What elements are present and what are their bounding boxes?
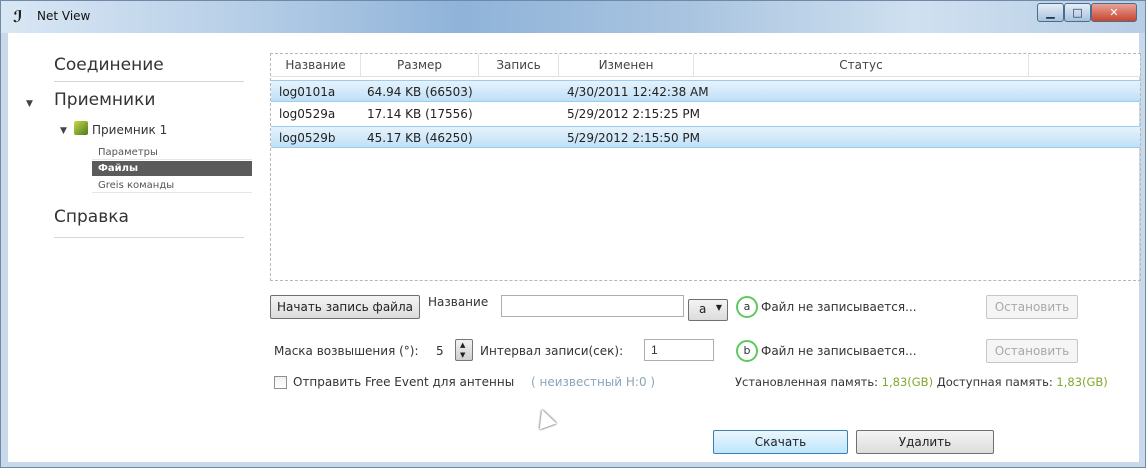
client-area: Соединение ▼ Приемники ▼ Приемник 1 Пара… [8,33,1141,462]
column-size[interactable]: Размер [361,54,479,76]
column-status[interactable]: Статус [694,54,1029,76]
name-label: Название [428,295,489,309]
maximize-icon: □ [1072,6,1083,19]
status-b-text: Файл не записывается... [761,344,917,358]
file-size: 17.14 KB (17556) [367,107,473,121]
record-interval-label: Интервал записи(сек): [480,344,624,358]
app-window: ℐ Net View ▁ □ ✕ Соединение ▼ Приемники … [0,0,1146,468]
nav-receiver-1[interactable]: Приемник 1 [92,123,167,137]
record-interval-input[interactable] [644,339,714,361]
file-modified: 5/29/2012 2:15:50 PM [567,131,701,145]
stepper-up-icon[interactable]: ▲ [460,341,465,349]
window-controls: ▁ □ ✕ [1037,3,1137,22]
delete-button[interactable]: Удалить [856,430,994,454]
close-icon: ✕ [1109,6,1119,19]
port-select-value: a [699,302,707,316]
status-a-text: Файл не записывается... [761,300,917,314]
file-row[interactable]: log0529b 45.17 KB (46250) 5/29/2012 2:15… [271,126,1140,148]
file-name-input[interactable] [501,295,684,317]
column-record[interactable]: Запись [479,54,559,76]
download-button[interactable]: Скачать [713,430,848,454]
stepper-down-icon[interactable]: ▼ [460,351,465,359]
file-row[interactable]: log0529a 17.14 KB (17556) 5/29/2012 2:15… [271,103,1140,125]
free-event-checkbox[interactable] [274,376,287,389]
nav-files[interactable]: Файлы [92,161,252,176]
elevation-mask-stepper[interactable]: ▲ ▼ [455,339,473,361]
elevation-mask-value[interactable]: 5 [436,344,444,358]
start-recording-button[interactable]: Начать запись файла [270,295,420,319]
file-name: log0529a [279,107,336,121]
minimize-icon: ▁ [1046,6,1055,19]
memory-available-value: 1,83(GB) [1056,375,1108,389]
file-modified: 4/30/2011 12:42:38 AM [567,85,709,99]
memory-available-label: Доступная память: [936,375,1053,389]
file-name: log0101a [279,85,336,99]
antenna-state-text: ( неизвестный H:0 ) [531,375,656,389]
expand-receiver-icon[interactable]: ▼ [60,126,67,136]
port-a-indicator: a [736,296,758,318]
column-name[interactable]: Название [271,54,361,76]
free-event-label[interactable]: Отправить Free Event для антенны [293,375,514,389]
file-row[interactable]: log0101a 64.94 KB (66503) 4/30/2011 12:4… [271,80,1140,102]
elevation-mask-label: Маска возвышения (°): [274,344,419,358]
stop-a-button[interactable]: Остановить [986,295,1078,319]
file-name: log0529b [279,131,336,145]
memory-installed-label: Установленная память: [735,375,879,389]
main-panel: Название Размер Запись Изменен Статус lo… [258,33,1141,462]
close-button[interactable]: ✕ [1091,3,1137,22]
file-size: 45.17 KB (46250) [367,131,473,145]
minimize-button[interactable]: ▁ [1037,3,1064,22]
nav-receivers[interactable]: Приемники [54,90,244,120]
title-bar[interactable]: ℐ Net View ▁ □ ✕ [1,1,1145,33]
file-size: 64.94 KB (66503) [367,85,473,99]
net-view-logo-icon: ℐ [13,7,23,26]
window-title: Net View [37,9,91,23]
nav-parameters[interactable]: Параметры [92,145,252,160]
memory-info: Установленная память: 1,83(GB) Доступная… [735,375,1108,389]
file-modified: 5/29/2012 2:15:25 PM [567,107,701,121]
maximize-button[interactable]: □ [1064,3,1091,22]
stop-b-button[interactable]: Остановить [986,339,1078,363]
file-list[interactable]: Название Размер Запись Изменен Статус lo… [270,53,1141,281]
port-select[interactable]: a ▼ [688,299,728,321]
expand-down-icon[interactable]: ▼ [26,99,33,109]
column-modified[interactable]: Изменен [559,54,694,76]
nav-greis-commands[interactable]: Greis команды [92,178,252,193]
nav-connection[interactable]: Соединение [54,55,244,82]
port-b-indicator: b [736,340,758,362]
nav-help[interactable]: Справка [54,207,244,238]
sidebar: Соединение ▼ Приемники ▼ Приемник 1 Пара… [8,33,259,462]
memory-installed-value: 1,83(GB) [881,375,934,389]
receiver-icon [74,121,88,135]
file-list-header: Название Размер Запись Изменен Статус [271,54,1140,77]
chevron-down-icon: ▼ [715,303,722,312]
